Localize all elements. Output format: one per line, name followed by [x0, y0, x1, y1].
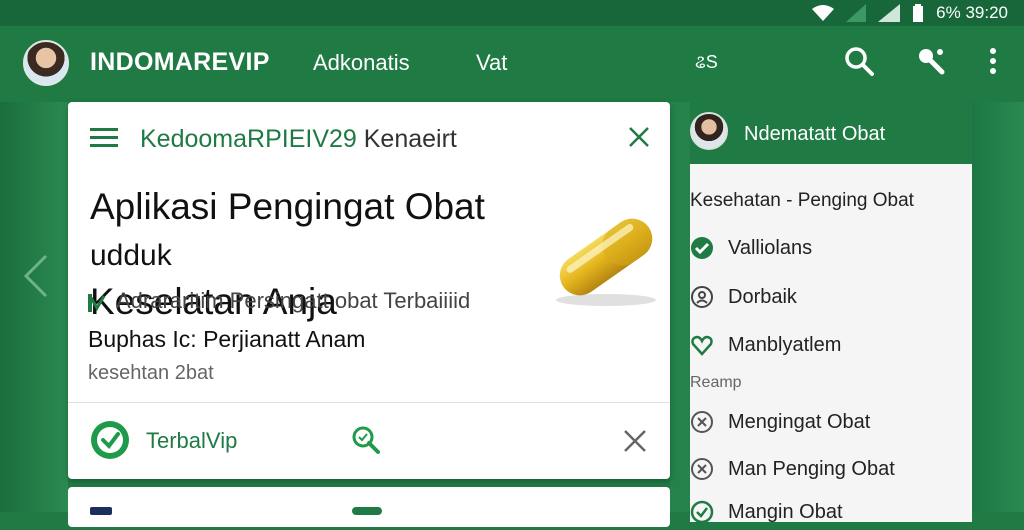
- menu-icon[interactable]: [90, 126, 120, 150]
- close-icon[interactable]: [622, 428, 648, 454]
- side-item-label: Man Penging Obat: [728, 457, 895, 480]
- body-line-1: Buphas Ic: Perjianatt Anam: [88, 326, 366, 352]
- footer-label[interactable]: TerbalVip: [146, 428, 237, 454]
- avatar[interactable]: [690, 112, 728, 150]
- main-card: KedoomaRPIEIV29 Kenaeirt Aplikasi Pengin…: [68, 102, 670, 479]
- share-icon: [916, 46, 946, 81]
- side-item-mengingat-obat[interactable]: Mengingat Obat: [690, 410, 870, 434]
- check-circle-icon: [690, 236, 714, 260]
- check-circle-icon: [690, 500, 714, 524]
- headline-line1: Aplikasi Pengingat Obat: [90, 186, 485, 227]
- side-item-label: Manblyatlem: [728, 333, 842, 356]
- close-circle-icon: [690, 410, 714, 434]
- search-icon[interactable]: [350, 424, 382, 456]
- chevron-left-icon[interactable]: [22, 254, 52, 298]
- subtitle-text: Adrararitim Persingatt obat Terbaiiiid: [116, 288, 471, 313]
- signal-icon: [878, 4, 901, 22]
- avatar[interactable]: [23, 40, 69, 86]
- side-item-label: Dorbaik: [728, 285, 797, 308]
- signal-icon: [846, 4, 867, 22]
- card-2-marker-accent: [352, 507, 382, 515]
- nav-item-vat[interactable]: Vat: [476, 50, 507, 76]
- side-item-manblyatlem[interactable]: Manblyatlem: [690, 333, 841, 357]
- card-header: KedoomaRPIEIV29 Kenaeirt: [68, 102, 670, 172]
- share-button[interactable]: [914, 46, 948, 80]
- capsule-icon: [546, 202, 664, 312]
- body-line-2: kesehtan 2bat: [88, 362, 214, 384]
- app-bar: INDOMAREVIP Adkonatis Vat ଌS: [0, 26, 1024, 102]
- check-circle-icon: [90, 420, 130, 460]
- person-circle-icon: [690, 285, 714, 309]
- card-header-accent: KedoomaRPIEIV29: [140, 125, 357, 153]
- side-sub-heading: Reamp: [690, 374, 742, 391]
- background-left: [0, 102, 68, 512]
- side-panel: Ndematatt Obat Kesehatan - Penging Obat …: [690, 102, 972, 524]
- wifi-icon: [812, 4, 835, 22]
- subtitle: Adrararitim Persingatt obat Terbaiiiid: [88, 288, 470, 314]
- background-gap: [670, 102, 690, 512]
- side-item-mangin-obat[interactable]: Mangin Obat: [690, 500, 843, 524]
- side-item-valliolans[interactable]: Valliolans: [690, 236, 812, 260]
- card-2-marker: [90, 507, 112, 515]
- secondary-card[interactable]: [68, 487, 670, 527]
- nav-item-adkonatis[interactable]: Adkonatis: [313, 50, 410, 76]
- more-button[interactable]: [976, 46, 1010, 80]
- heart-icon: [690, 333, 714, 357]
- side-item-label: Mengingat Obat: [728, 410, 871, 433]
- divider: [68, 402, 670, 403]
- check-icon: [88, 292, 106, 312]
- more-vert-icon: [988, 46, 998, 81]
- side-item-dorbaik[interactable]: Dorbaik: [690, 285, 797, 309]
- card-header-rest: Kenaeirt: [356, 125, 457, 153]
- battery-icon: [912, 4, 924, 22]
- side-panel-header: Ndematatt Obat: [690, 102, 972, 164]
- search-icon: [844, 46, 874, 81]
- close-circle-icon: [690, 457, 714, 481]
- search-button[interactable]: [842, 46, 876, 80]
- side-item-label: Valliolans: [728, 236, 813, 259]
- side-panel-title: Ndematatt Obat: [744, 123, 886, 145]
- background-right: [972, 102, 1024, 512]
- side-item-label: Mangin Obat: [728, 500, 843, 523]
- card-header-title: KedoomaRPIEIV29 Kenaeirt: [140, 125, 457, 154]
- side-item-man-penging-obat[interactable]: Man Penging Obat: [690, 457, 895, 481]
- status-text: 6% 39:20: [936, 3, 1008, 22]
- app-title: INDOMAREVIP: [90, 48, 270, 76]
- status-bar: 6% 39:20: [0, 0, 1024, 26]
- close-icon[interactable]: [626, 124, 652, 150]
- app-badge: ଌS: [695, 52, 718, 72]
- side-section-title: Kesehatan - Penging Obat: [690, 190, 914, 211]
- headline-extra: udduk: [90, 239, 172, 272]
